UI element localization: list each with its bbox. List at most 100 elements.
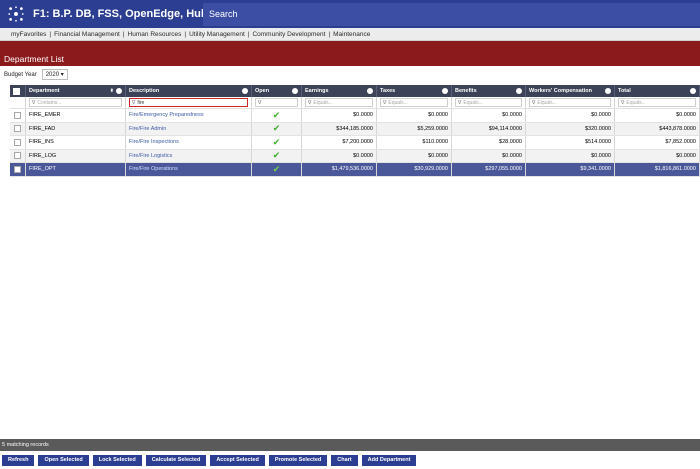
cell-benefits: $94,114.0000 (452, 122, 526, 135)
cell-earnings: $0.0000 (302, 149, 377, 162)
nav-separator: | (184, 30, 187, 38)
filter-taxes[interactable]: ∇ Equals... (380, 98, 448, 107)
status-bar: 5 matching records (0, 439, 700, 451)
description-link[interactable]: Fire/Fire Operations (129, 166, 178, 172)
select-all-checkbox[interactable] (13, 87, 20, 95)
cell-workers-compensation: $9,341.0000 (526, 163, 615, 176)
filter-icon: ∇ (383, 99, 387, 106)
search-input[interactable]: Search (203, 3, 700, 26)
row-checkbox[interactable] (14, 138, 21, 146)
cell-earnings: $0.0000 (302, 109, 377, 122)
check-icon: ✔ (272, 163, 281, 174)
nav-item-community-development[interactable]: Community Development (252, 31, 325, 38)
filter-department[interactable]: ∇ Contains... (29, 98, 122, 107)
cell-earnings: $344,185.0000 (302, 122, 377, 135)
cell-workers-compensation: $514.0000 (526, 136, 615, 149)
header-band (0, 41, 700, 52)
cell-benefits: $0.0000 (452, 149, 526, 162)
cell-department: FIRE_FAD (26, 122, 126, 135)
gear-icon[interactable] (516, 88, 522, 94)
column-header-taxes[interactable]: Taxes (377, 85, 452, 97)
accept-selected-button[interactable]: Accept Selected (210, 454, 265, 466)
cell-department: FIRE_INS (26, 136, 126, 149)
gear-icon[interactable] (605, 88, 611, 94)
gear-icon[interactable] (242, 88, 248, 94)
row-checkbox[interactable] (14, 152, 21, 160)
gear-icon[interactable] (116, 88, 122, 94)
nav-menu: myFavorites | Financial Management | Hum… (0, 28, 700, 41)
chart-button[interactable]: Chart (331, 454, 358, 466)
cell-benefits: $0.0000 (452, 109, 526, 122)
app-title: F1: B.P. DB, FSS, OpenEdge, Hub (33, 8, 208, 20)
lock-selected-button[interactable]: Lock Selected (92, 454, 142, 466)
column-header-description[interactable]: Description (126, 85, 252, 97)
gear-icon[interactable] (367, 88, 373, 94)
description-link[interactable]: Fire/Emergency Preparedness (129, 112, 204, 118)
sort-icon[interactable]: ⬍ (110, 88, 114, 94)
budget-year-label: Budget Year (4, 71, 37, 78)
column-header-open[interactable]: Open (252, 85, 302, 97)
page-title-bar: Department List (0, 52, 700, 66)
grid-header: Department ⬍ Description Open Earnings T… (10, 85, 700, 97)
nav-item-human-resources[interactable]: Human Resources (128, 31, 182, 38)
cell-workers-compensation: $0.0000 (526, 109, 615, 122)
record-count: 5 matching records (2, 442, 49, 448)
filter-icon: ∇ (132, 99, 136, 106)
nav-item-financial-management[interactable]: Financial Management (54, 31, 120, 38)
budget-year-selector: Budget Year 2020 ▾ (4, 69, 68, 80)
cell-total: $443,878.0000 (615, 122, 700, 135)
nav-separator: | (49, 30, 52, 38)
cell-total: $7,852.0000 (615, 136, 700, 149)
check-icon: ✔ (272, 109, 281, 120)
filter-description[interactable]: ∇ fire (129, 98, 248, 107)
cell-workers-compensation: $0.0000 (526, 149, 615, 162)
open-selected-button[interactable]: Open Selected (38, 454, 89, 466)
sparkle-logo-icon[interactable] (7, 5, 25, 23)
gear-icon[interactable] (292, 88, 298, 94)
table-row[interactable]: FIRE_EMER Fire/Emergency Preparedness ✔ … (10, 109, 700, 123)
action-toolbar: Refresh Open Selected Lock Selected Calc… (0, 451, 700, 469)
filter-benefits[interactable]: ∇ Equals... (455, 98, 522, 107)
table-row[interactable]: FIRE_LOG Fire/Fire Logistics ✔ $0.0000 $… (10, 149, 700, 163)
cell-department: FIRE_EMER (26, 109, 126, 122)
nav-item-maintenance[interactable]: Maintenance (333, 31, 370, 38)
refresh-button[interactable]: Refresh (2, 454, 35, 466)
cell-taxes: $5,259.0000 (377, 122, 452, 135)
cell-total: $0.0000 (615, 109, 700, 122)
filter-open[interactable]: ∇ (255, 98, 298, 107)
table-row[interactable]: FIRE_FAD Fire/Fire Admin ✔ $344,185.0000… (10, 122, 700, 136)
top-bar: F1: B.P. DB, FSS, OpenEdge, Hub Search (0, 0, 700, 28)
add-department-button[interactable]: Add Department (361, 454, 417, 466)
column-header-total[interactable]: Total (615, 85, 700, 97)
row-checkbox[interactable] (14, 125, 21, 133)
row-checkbox[interactable] (14, 111, 21, 119)
nav-separator: | (247, 30, 250, 38)
promote-selected-button[interactable]: Promote Selected (268, 454, 328, 466)
gear-icon[interactable] (442, 88, 448, 94)
budget-year-select[interactable]: 2020 ▾ (41, 69, 68, 80)
column-header-earnings[interactable]: Earnings (302, 85, 377, 97)
cell-taxes: $30,929.0000 (377, 163, 452, 176)
table-row-selected[interactable]: FIRE_OPT Fire/Fire Operations ✔ $1,479,5… (10, 163, 700, 177)
filter-icon: ∇ (458, 99, 462, 106)
column-header-benefits[interactable]: Benefits (452, 85, 526, 97)
cell-taxes: $0.0000 (377, 109, 452, 122)
filter-earnings[interactable]: ∇ Equals... (305, 98, 373, 107)
table-row[interactable]: FIRE_INS Fire/Fire Inspections ✔ $7,200.… (10, 136, 700, 150)
description-link[interactable]: Fire/Fire Admin (129, 126, 166, 132)
cell-earnings: $7,200.0000 (302, 136, 377, 149)
nav-item-utility-management[interactable]: Utility Management (189, 31, 245, 38)
row-checkbox[interactable] (14, 165, 21, 173)
nav-separator: | (122, 30, 125, 38)
gear-icon[interactable] (690, 88, 696, 94)
nav-item-myfavorites[interactable]: myFavorites (11, 31, 46, 38)
cell-department: FIRE_OPT (26, 163, 126, 176)
calculate-selected-button[interactable]: Calculate Selected (145, 454, 207, 466)
filter-workers-compensation[interactable]: ∇ Equals... (529, 98, 611, 107)
cell-department: FIRE_LOG (26, 149, 126, 162)
column-header-department[interactable]: Department ⬍ (26, 85, 126, 97)
filter-total[interactable]: ∇ Equals... (618, 98, 696, 107)
description-link[interactable]: Fire/Fire Inspections (129, 139, 179, 145)
description-link[interactable]: Fire/Fire Logistics (129, 153, 172, 159)
column-header-workers-compensation[interactable]: Workers' Compensation (526, 85, 615, 97)
